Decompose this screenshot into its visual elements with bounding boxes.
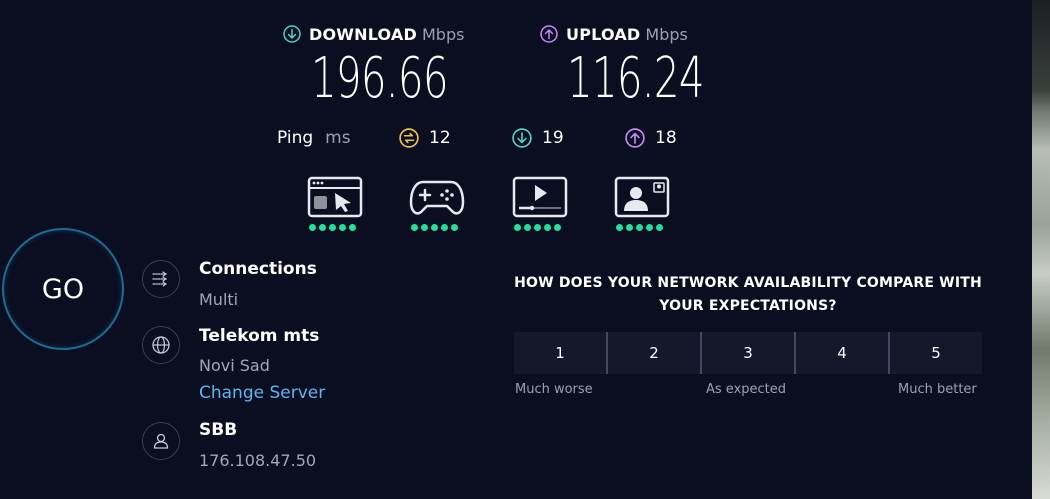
quality-dot — [656, 224, 663, 231]
ping-upload: 18 — [625, 126, 677, 150]
upload-label: UPLOAD — [566, 24, 641, 44]
activity-gaming[interactable] — [409, 176, 465, 231]
go-button[interactable]: GO — [2, 228, 124, 350]
arrow-up-circle-icon — [625, 128, 645, 148]
video-chat-icon — [614, 176, 670, 218]
rating-option-4[interactable]: 4 — [796, 332, 890, 374]
rating-option-2[interactable]: 2 — [608, 332, 702, 374]
ping-unit: ms — [325, 128, 351, 148]
provider-ip: 176.108.47.50 — [199, 451, 317, 470]
arrow-up-circle-icon — [540, 25, 558, 43]
survey-question-line-2: YOUR EXPECTATIONS? — [659, 298, 837, 314]
survey-question: HOW DOES YOUR NETWORK AVAILABILITY COMPA… — [512, 272, 984, 318]
quality-dot — [514, 224, 521, 231]
ping-idle-value: 12 — [429, 128, 451, 148]
download-unit: Mbps — [421, 24, 465, 44]
arrow-down-circle-icon — [283, 25, 301, 43]
rating-option-3[interactable]: 3 — [702, 332, 796, 374]
web-browsing-icon — [307, 176, 363, 218]
connections-arrows-icon — [152, 271, 168, 287]
quality-dot — [636, 224, 643, 231]
ping-download-value: 19 — [542, 128, 564, 148]
download-header: DOWNLOAD Mbps — [283, 22, 464, 46]
activity-video-streaming[interactable] — [512, 176, 568, 231]
gaming-icon — [409, 180, 465, 215]
user-icon — [142, 422, 180, 460]
quality-dot — [441, 224, 448, 231]
quality-dot — [616, 224, 623, 231]
ping-label: Ping — [277, 128, 314, 148]
download-value: 196.66 — [311, 46, 448, 111]
globe-glyph-icon — [152, 336, 170, 354]
upload-value: 116.24 — [567, 46, 704, 111]
ping-header: Ping ms — [277, 126, 351, 150]
rating-scale: 1 2 3 4 5 — [514, 332, 982, 374]
globe-icon — [142, 326, 180, 364]
quality-dot — [411, 224, 418, 231]
quality-dot — [431, 224, 438, 231]
survey-question-line-1: HOW DOES YOUR NETWORK AVAILABILITY COMPA… — [514, 275, 982, 291]
quality-dot — [534, 224, 541, 231]
quality-dot — [319, 224, 326, 231]
person-glyph-icon — [153, 433, 169, 449]
download-label: DOWNLOAD — [309, 24, 417, 44]
scale-label-low: Much worse — [515, 382, 593, 397]
idle-latency-icon — [399, 128, 419, 148]
quality-dot — [421, 224, 428, 231]
quality-dots — [411, 224, 465, 231]
quality-dots — [514, 224, 568, 231]
quality-dot — [544, 224, 551, 231]
quality-dot — [646, 224, 653, 231]
arrow-down-circle-icon — [512, 128, 532, 148]
scale-label-high: Much better — [898, 382, 977, 397]
quality-dot — [524, 224, 531, 231]
quality-dot — [339, 224, 346, 231]
ping-upload-value: 18 — [655, 128, 677, 148]
server-location: Novi Sad — [199, 356, 270, 375]
provider-name: SBB — [199, 420, 238, 440]
ping-download: 19 — [512, 126, 564, 150]
quality-dots — [309, 224, 363, 231]
quality-dot — [349, 224, 356, 231]
quality-dot — [451, 224, 458, 231]
change-server-link[interactable]: Change Server — [199, 383, 325, 403]
scale-label-mid: As expected — [706, 382, 787, 397]
quality-dot — [626, 224, 633, 231]
quality-dot — [309, 224, 316, 231]
ping-idle: 12 — [399, 126, 451, 150]
background-image-edge — [1032, 0, 1050, 499]
upload-header: UPLOAD Mbps — [540, 22, 688, 46]
server-name: Telekom mts — [199, 326, 320, 346]
quality-dot — [329, 224, 336, 231]
connections-value: Multi — [199, 290, 239, 309]
quality-dots — [616, 224, 670, 231]
activity-video-chat[interactable] — [614, 176, 670, 231]
quality-dot — [554, 224, 561, 231]
rating-option-1[interactable]: 1 — [514, 332, 608, 374]
activity-web-browsing[interactable] — [307, 176, 363, 231]
connections-title: Connections — [199, 259, 317, 279]
upload-unit: Mbps — [645, 24, 688, 44]
video-streaming-icon — [512, 176, 568, 218]
connections-icon — [142, 260, 180, 298]
rating-option-5[interactable]: 5 — [890, 332, 982, 374]
